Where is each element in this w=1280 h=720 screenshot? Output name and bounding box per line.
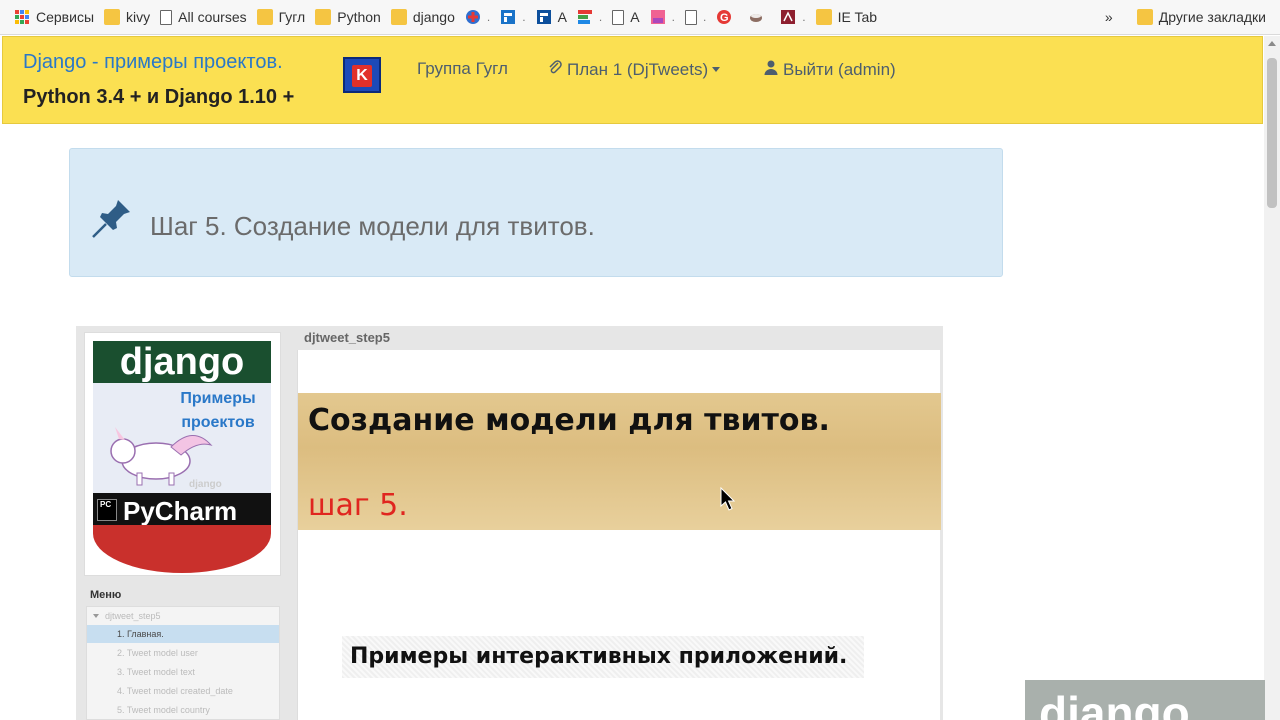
- menu-item-active[interactable]: 1. Главная.: [87, 625, 279, 643]
- pycharm-logo-icon: PC: [97, 499, 117, 521]
- bookmark-blue-square-a[interactable]: A: [536, 9, 567, 25]
- paperclip-icon: [547, 59, 563, 80]
- site-navbar: Django - примеры проектов. Python 3.4 + …: [2, 36, 1263, 124]
- bookmark-label: kivy: [126, 9, 151, 25]
- medical-plus-icon: [465, 9, 481, 25]
- scroll-up-arrow-icon[interactable]: [1268, 41, 1276, 46]
- page-icon: [684, 9, 697, 25]
- slide-banner: Создание модели для твитов. шаг 5.: [298, 393, 941, 530]
- bookmark-page-a[interactable]: A: [612, 9, 640, 25]
- step-header-panel: Шаг 5. Создание модели для твитов.: [69, 148, 1003, 277]
- bookmark-kivy[interactable]: kivy: [104, 9, 150, 25]
- coffee-cup-icon: [748, 9, 764, 25]
- django-corner-badge: django: [1025, 680, 1265, 720]
- scrollbar-thumb[interactable]: [1267, 58, 1277, 208]
- presentation-title: djtweet_step5: [304, 330, 390, 345]
- presentation-sidebar: Примеры проектов django django PC PyChar…: [76, 326, 296, 720]
- bookmark-pff[interactable]: .: [650, 9, 675, 25]
- bookmark-services[interactable]: Сервисы: [14, 9, 94, 25]
- nav-label: План 1 (DjTweets): [567, 59, 709, 79]
- bookmark-google[interactable]: Гугл: [256, 9, 306, 25]
- bookmarks-overflow[interactable]: » Другие закладки: [1105, 9, 1266, 25]
- logo-letter-icon: K: [352, 65, 372, 87]
- cover-illustration: Примеры проектов django: [93, 383, 271, 493]
- promo-caption: Примеры интерактивных приложений.: [342, 636, 864, 678]
- page-icon: [160, 9, 173, 25]
- nav-label: Выйти (admin): [783, 59, 896, 79]
- bookmark-label: A: [630, 9, 640, 25]
- slide-title: Создание модели для твитов.: [308, 403, 830, 438]
- corner-text: django: [1039, 687, 1190, 720]
- nav-label: Группа Гугл: [417, 59, 508, 78]
- folder-icon: [104, 9, 121, 25]
- bookmark-label: Сервисы: [36, 9, 95, 25]
- folder-icon: [256, 9, 273, 25]
- bookmark-label: Гугл: [278, 9, 306, 25]
- bookmark-label: Python: [337, 9, 381, 25]
- brand-subtitle: Python 3.4 + и Django 1.10 +: [23, 86, 295, 108]
- pff-icon: [650, 9, 666, 25]
- more-chevron-icon: »: [1104, 9, 1113, 25]
- bookmark-ie-tab[interactable]: IE Tab: [815, 9, 878, 25]
- menu-heading: Меню: [90, 589, 122, 601]
- bookmark-label: All courses: [178, 9, 247, 25]
- cover-django-title: django: [93, 341, 271, 383]
- folder-icon: [315, 9, 332, 25]
- cover-subtitle: Примеры проектов: [180, 390, 256, 431]
- svg-text:G: G: [720, 12, 729, 24]
- menu-item[interactable]: 3. Tweet model text: [87, 663, 279, 681]
- blue-square-icon: [500, 9, 516, 25]
- cover-disk-base: [93, 525, 271, 573]
- bookmark-blue-square[interactable]: .: [500, 9, 526, 25]
- bookmark-maroon[interactable]: .: [780, 9, 806, 25]
- colored-bars-icon: [577, 9, 593, 25]
- nav-google-group[interactable]: Группа Гугл: [417, 59, 508, 79]
- mouse-pointer-icon: [720, 486, 736, 511]
- bookmark-plus[interactable]: .: [465, 9, 490, 25]
- bookmark-google-g[interactable]: G: [716, 9, 738, 25]
- embedded-presentation[interactable]: Примеры проектов django django PC PyChar…: [76, 326, 943, 720]
- apps-grid-icon: [14, 9, 30, 25]
- google-g-icon: G: [716, 9, 732, 25]
- chevron-down-icon: [712, 67, 721, 72]
- bookmark-cup[interactable]: [748, 9, 770, 25]
- bookmark-page[interactable]: .: [684, 9, 706, 25]
- bookmark-other[interactable]: Другие закладки: [1159, 9, 1266, 25]
- folder-icon: [1136, 9, 1153, 25]
- menu-item-root[interactable]: djtweet_step5: [87, 607, 279, 625]
- folder-icon: [390, 9, 407, 25]
- tree-expand-icon: [93, 614, 99, 618]
- slide-step-label: шаг 5.: [308, 488, 408, 523]
- bookmark-python[interactable]: Python: [315, 9, 381, 25]
- course-cover-image: Примеры проектов django django PC PyChar…: [84, 332, 281, 576]
- bookmark-django[interactable]: django: [390, 9, 455, 25]
- maroon-logo-icon: [780, 9, 796, 25]
- pycharm-text: PyCharm: [123, 496, 238, 526]
- pushpin-icon: [90, 194, 136, 240]
- bookmarks-bar: Сервисы kivy All courses Гугл Python dja…: [0, 0, 1280, 35]
- menu-item-label: djtweet_step5: [105, 611, 161, 621]
- site-logo[interactable]: K: [343, 57, 381, 93]
- cover-pycharm-label: PC PyCharm: [93, 493, 271, 529]
- page-icon: [612, 9, 625, 25]
- menu-item[interactable]: 4. Tweet model created_date: [87, 682, 279, 700]
- blue-square-icon: [536, 9, 552, 25]
- menu-item[interactable]: 2. Tweet model user: [87, 644, 279, 662]
- menu-item[interactable]: 5. Tweet model country: [87, 701, 279, 719]
- brand-link[interactable]: Django - примеры проектов.: [23, 51, 283, 74]
- nav-plan-dropdown[interactable]: План 1 (DjTweets): [547, 59, 721, 80]
- slide-menu: djtweet_step5 1. Главная. 2. Tweet model…: [86, 606, 280, 720]
- bookmark-all-courses[interactable]: All courses: [160, 9, 247, 25]
- user-icon: [763, 59, 779, 80]
- step-title: Шаг 5. Создание модели для твитов.: [150, 211, 595, 241]
- promo-text: Примеры интерактивных приложений.: [350, 644, 848, 669]
- folder-icon: [815, 9, 832, 25]
- bookmark-label: A: [557, 9, 567, 25]
- bookmark-colored-bars[interactable]: .: [577, 9, 602, 25]
- slide-content: Создание модели для твитов. шаг 5. Приме…: [297, 350, 941, 720]
- cover-small-label: django: [189, 479, 222, 490]
- bookmark-label: IE Tab: [837, 9, 878, 25]
- nav-logout[interactable]: Выйти (admin): [763, 59, 896, 80]
- bookmark-label: django: [412, 9, 455, 25]
